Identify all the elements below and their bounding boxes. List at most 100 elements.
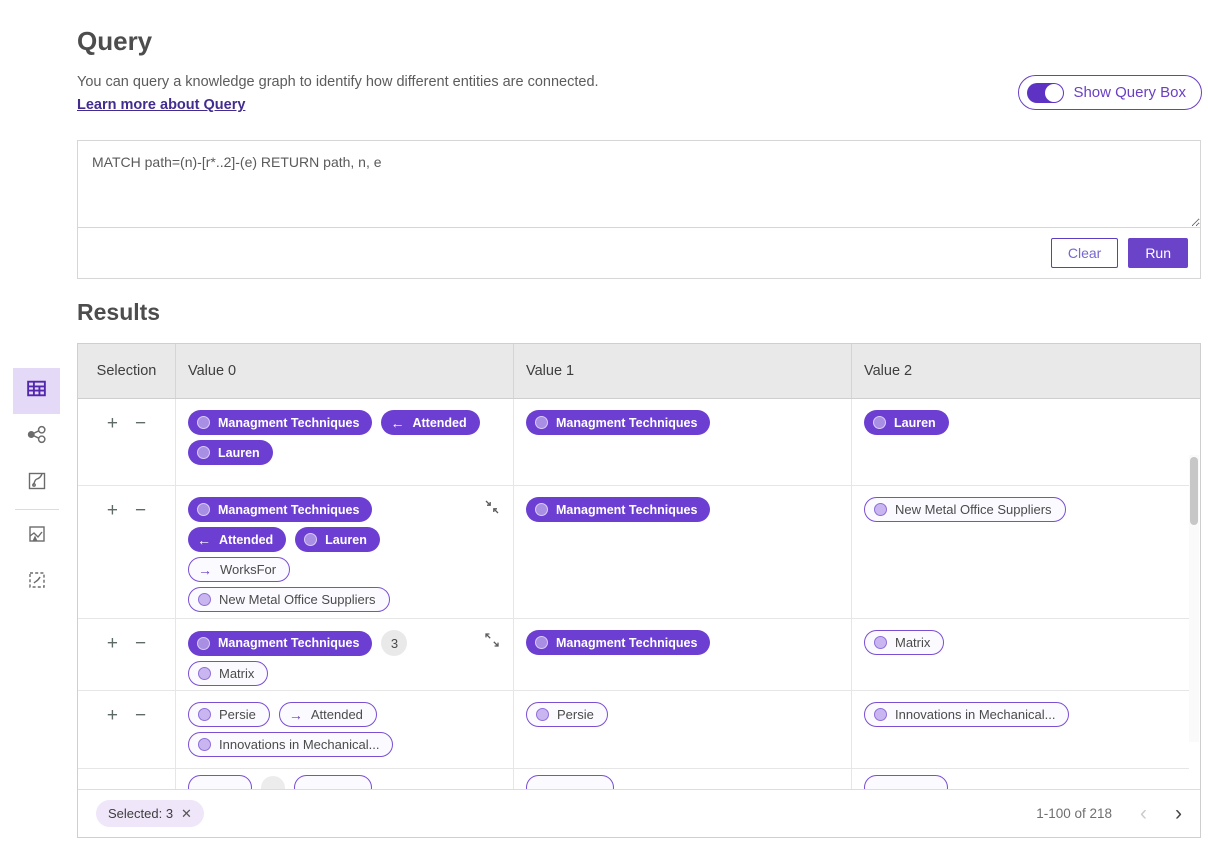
table-body: +−Managment Techniques←AttendedLaurenMan… (78, 399, 1200, 790)
sidebar-item-map-view[interactable] (13, 460, 60, 506)
entity-dot-icon (536, 708, 549, 721)
pill-label: Managment Techniques (556, 416, 697, 430)
table-cell: Managment Techniques3Matrix (176, 619, 514, 690)
add-to-selection-button[interactable]: + (107, 634, 118, 653)
entity-pill[interactable]: Innovations in Mechanical... (864, 702, 1069, 727)
entity-dot-icon (198, 667, 211, 680)
entity-pill[interactable]: Managment Techniques (188, 410, 372, 435)
table-cell: Managment Techniques (514, 486, 852, 618)
pill-label: Attended (219, 533, 273, 547)
entity-pill[interactable]: → WorksFor (188, 557, 290, 582)
pagination: 1-100 of 218 ‹ › (1036, 803, 1182, 824)
entity-pill[interactable]: Managment Techniques (188, 631, 372, 656)
entity-pill[interactable]: Innovations in Mechanical... (188, 732, 393, 757)
table-cell: Managment Techniques (514, 399, 852, 485)
pill-line: → WorksFor (188, 557, 501, 582)
entity-pill[interactable]: New Metal Office Suppliers (864, 497, 1066, 522)
pill-line (864, 775, 1177, 790)
pill-label: Persie (557, 707, 594, 722)
remove-from-selection-button[interactable]: − (135, 634, 146, 653)
entity-pill[interactable]: Lauren (864, 410, 949, 435)
pill-label: Managment Techniques (218, 416, 359, 430)
entity-dot-icon (197, 503, 210, 516)
entity-pill[interactable]: Lauren (295, 527, 380, 552)
table-cell (176, 769, 514, 790)
show-query-box-toggle[interactable]: Show Query Box (1018, 75, 1202, 110)
column-header-value0: Value 0 (176, 344, 514, 398)
pill-line: Managment Techniques (526, 630, 839, 655)
collapse-icon[interactable] (484, 499, 500, 520)
entity-pill[interactable]: Matrix (864, 630, 944, 655)
pill-label: Attended (311, 707, 363, 722)
pill-label: Matrix (219, 666, 254, 681)
table-row: +− Managment Techniques ←Attended Lauren Man… (78, 399, 1189, 486)
entity-pill[interactable]: Managment Techniques (188, 497, 372, 522)
table-cell: Managment Techniques ←Attended Lauren → Work… (176, 486, 514, 618)
selection-cell: +− (78, 619, 176, 690)
scrollbar-thumb[interactable] (1190, 457, 1198, 525)
table-cell: Managment Techniques (514, 619, 852, 690)
toggle-switch-icon[interactable] (1027, 83, 1064, 103)
entity-pill[interactable]: →Attended (279, 702, 377, 727)
add-to-selection-button[interactable]: + (107, 501, 118, 520)
entity-pill[interactable]: ←Attended (381, 410, 479, 435)
pill-line: Lauren (188, 440, 501, 465)
remove-from-selection-button[interactable]: − (135, 501, 146, 520)
sidebar-item-selection-map[interactable] (13, 513, 60, 559)
query-input[interactable] (78, 141, 1200, 228)
pill-line: Persie (526, 702, 839, 727)
remove-from-selection-button[interactable]: − (135, 414, 146, 433)
results-table: Selection Value 0 Value 1 Value 2 +−Mana… (77, 343, 1201, 838)
entity-pill[interactable]: Lauren (188, 440, 273, 465)
add-to-selection-button[interactable]: + (107, 706, 118, 725)
entity-dot-icon (198, 593, 211, 606)
column-header-selection: Selection (78, 344, 176, 398)
clear-selection-icon[interactable]: ✕ (181, 806, 192, 822)
entity-pill[interactable]: Persie (526, 702, 608, 727)
entity-pill[interactable]: Managment Techniques (526, 410, 710, 435)
table-row: +−Managment Techniques3MatrixManagment T… (78, 619, 1189, 691)
pill-label: Managment Techniques (556, 503, 697, 517)
entity-pill[interactable]: Managment Techniques (526, 497, 710, 522)
pill-label: Lauren (218, 446, 260, 460)
clear-button[interactable]: Clear (1051, 238, 1118, 268)
remove-from-selection-button[interactable]: − (135, 706, 146, 725)
count-badge-clipped (261, 776, 285, 791)
entity-dot-icon (197, 637, 210, 650)
sidebar-item-table-view[interactable] (13, 368, 60, 414)
entity-dot-icon (874, 708, 887, 721)
previous-page-button[interactable]: ‹ (1140, 803, 1147, 824)
entity-pill[interactable]: Matrix (188, 661, 268, 686)
entity-pill[interactable]: New Metal Office Suppliers (188, 587, 390, 612)
table-header: Selection Value 0 Value 1 Value 2 (78, 344, 1200, 399)
add-to-selection-button[interactable]: + (107, 414, 118, 433)
sidebar-item-selection-outline[interactable] (13, 559, 60, 605)
page-description: You can query a knowledge graph to ident… (77, 74, 599, 90)
pill-label: Innovations in Mechanical... (219, 737, 379, 752)
pill-label: New Metal Office Suppliers (219, 592, 376, 607)
pill-line (188, 775, 501, 790)
table-cell: Matrix (852, 619, 1189, 690)
entity-pill[interactable]: ←Attended (188, 527, 286, 552)
pill-label: Matrix (895, 635, 930, 650)
pill-line: ←Attended Lauren (188, 527, 501, 552)
run-button[interactable]: Run (1128, 238, 1188, 268)
pill-label: Persie (219, 707, 256, 722)
entity-pill[interactable]: Persie (188, 702, 270, 727)
entity-pill[interactable]: Managment Techniques (526, 630, 710, 655)
sidebar-item-link-chart-view[interactable] (13, 414, 60, 460)
entity-dot-icon (535, 416, 548, 429)
pill-line: Innovations in Mechanical... (188, 732, 501, 757)
pill-label: WorksFor (220, 562, 276, 577)
selection-cell: +− (78, 691, 176, 768)
table-scrollbar[interactable] (1189, 455, 1199, 742)
toggle-label: Show Query Box (1073, 84, 1186, 101)
selection-outline-icon (26, 569, 48, 596)
arrow-left-icon: ← (390, 416, 404, 430)
next-page-button[interactable]: › (1175, 803, 1182, 824)
expand-icon[interactable] (484, 632, 500, 653)
arrow-right-icon: → (198, 563, 212, 577)
column-header-value1: Value 1 (514, 344, 852, 398)
query-actions: Clear Run (78, 228, 1200, 278)
learn-more-link[interactable]: Learn more about Query (77, 97, 245, 113)
